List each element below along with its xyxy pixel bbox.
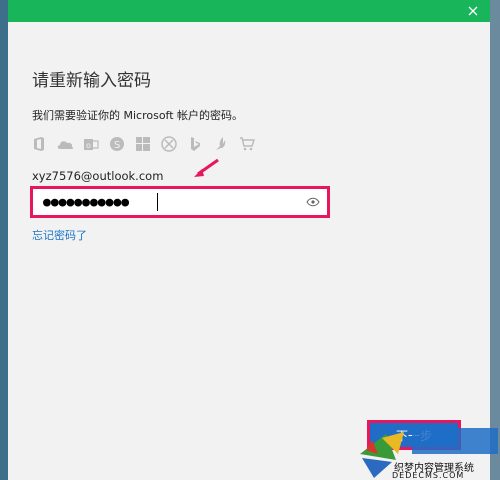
skype-icon: S [108, 135, 126, 153]
reveal-password-button[interactable] [305, 194, 321, 210]
store-icon [238, 135, 256, 153]
xbox-icon [160, 135, 178, 153]
service-icons-row: o S [30, 134, 264, 154]
close-button[interactable] [462, 0, 484, 22]
onedrive-icon [56, 135, 74, 153]
windows-icon [134, 135, 152, 153]
bing-icon [186, 135, 204, 153]
arrow-annotation-icon [194, 158, 219, 177]
outlook-icon: o [82, 135, 100, 153]
msn-icon [212, 135, 230, 153]
watermark-domain: DEDECMS.COM [392, 471, 465, 480]
page-title: 请重新输入密码 [32, 71, 151, 91]
watermark-logo: 织梦内容管理系统 DEDECMS.COM [352, 420, 500, 480]
forgot-password-link[interactable]: 忘记密码了 [32, 227, 87, 243]
password-field-highlight [30, 186, 330, 218]
reenter-password-dialog: 请重新输入密码 我们需要验证你的 Microsoft 帐户的密码。 o S xy… [8, 0, 490, 480]
desktop-background-left [0, 0, 8, 480]
password-input[interactable] [37, 192, 311, 212]
svg-text:o: o [86, 141, 91, 150]
office-icon [30, 135, 48, 153]
eye-icon [306, 197, 320, 207]
close-icon [468, 6, 478, 16]
svg-text:S: S [114, 140, 120, 151]
description-text: 我们需要验证你的 Microsoft 帐户的密码。 [32, 109, 244, 122]
dialog-titlebar [8, 0, 490, 22]
account-email: xyz7576@outlook.com [32, 169, 164, 183]
desktop-background-right [490, 0, 500, 480]
text-caret [157, 193, 158, 211]
